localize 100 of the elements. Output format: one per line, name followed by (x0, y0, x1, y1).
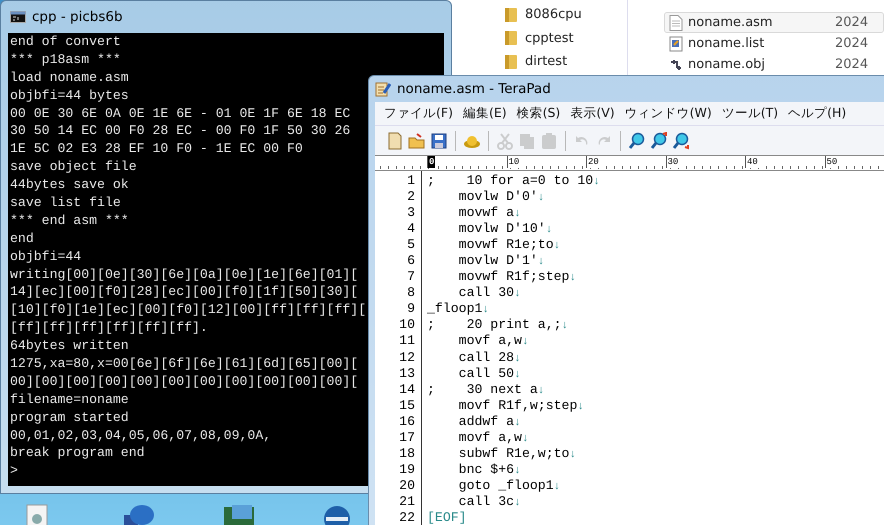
folder-name[interactable]: dirtest (525, 54, 568, 70)
menu-item[interactable]: ファイル(F) (381, 105, 460, 122)
notepad-pencil-icon (375, 81, 391, 97)
code-line: call 50↓ (458, 366, 521, 382)
code-line: movlw D'0'↓ (458, 189, 544, 206)
text-file-icon (669, 14, 683, 30)
line-number: 6 (406, 253, 415, 270)
console-line: [10][f0][1e][ec][00][f0][12][00][ff][ff][ff][ (10, 301, 366, 320)
folder-icon (504, 6, 518, 23)
console-line: 00 0E 30 6E 0A 0E 1E 6E - 01 0E 1F 6E 18 EC (10, 104, 350, 122)
line-number: 14 (398, 382, 415, 398)
code-line: movlw D'1'↓ (458, 253, 544, 270)
menu-item[interactable]: 検索(S) (514, 105, 568, 122)
console-line: 30 50 14 EC 00 F0 28 EC - 00 F0 1F 50 30 26 (10, 122, 350, 140)
code-line: ; 10 for a=0 to 10↓ (427, 173, 600, 190)
line-number: 2 (406, 189, 415, 206)
menu-item[interactable]: 表示(V) (567, 105, 622, 122)
folder-icon (504, 54, 518, 70)
line-number: 8 (406, 285, 415, 302)
console-line: break program end (10, 444, 145, 462)
code-line: goto _floop1↓ (458, 478, 560, 494)
code-line: addwf a↓ (458, 414, 521, 430)
ruler-number: 50 (824, 156, 838, 168)
line-number: 15 (398, 398, 415, 414)
file-date: 2024 (835, 57, 868, 72)
code-line: ; 30 next a↓ (427, 382, 544, 398)
code-line: movwf a↓ (458, 205, 521, 222)
console-line: writing[00][0e][30][6e][0a][0e][1e][6e][01][ (10, 266, 358, 284)
code-line: call 3c↓ (458, 494, 521, 510)
folder-icon (504, 30, 518, 46)
console-line: 00,01,02,03,04,05,06,07,08,09,0A, (10, 426, 272, 444)
file-row[interactable]: noname.list 2024 (664, 33, 884, 54)
line-number: 18 (398, 446, 415, 462)
line-number: 4 (406, 221, 415, 238)
menu-item[interactable]: ヘルプ(H) (785, 105, 854, 122)
find-icon[interactable] (627, 130, 647, 150)
console-line: 64bytes written (10, 337, 129, 356)
find-prev-icon[interactable] (649, 130, 669, 150)
console-line: *** p18asm *** (10, 50, 121, 69)
line-number: 11 (398, 333, 415, 350)
line-number: 13 (398, 366, 415, 382)
console-line: 00][00][00][00][00][00][00][00][00][00][00][ (10, 372, 358, 391)
line-number: 5 (406, 237, 415, 254)
ruler-number: 30 (666, 156, 680, 168)
file-name: noname.obj (688, 57, 766, 72)
line-number: 16 (398, 414, 415, 430)
picture-icon[interactable] (222, 503, 256, 525)
console-line: 44bytes save ok (10, 176, 129, 194)
file-row[interactable]: noname.asm 2024 (664, 12, 884, 33)
code-line: ; 20 print a,;↓ (427, 317, 568, 334)
code-line: movf R1f,w;step↓ (458, 398, 584, 414)
console-line: program started (10, 408, 129, 427)
folder-name[interactable]: cpptest (525, 30, 574, 46)
menu-item[interactable]: ツール(T) (718, 105, 786, 122)
code-line: bnc $+6↓ (458, 462, 521, 478)
line-number: 20 (398, 478, 415, 494)
console-line: 1275,xa=80,x=00[6e][6f][6e][61][6d][65][00][ (10, 355, 358, 373)
file-name: noname.asm (688, 15, 774, 30)
code-line: _floop1↓ (427, 301, 490, 318)
line-number: 1 (406, 173, 415, 190)
console-line: *** end asm *** (10, 212, 129, 230)
code-line: movlw D'10'↓ (458, 221, 552, 238)
menu-item[interactable]: ウィンドウ(W) (622, 105, 719, 122)
code-line: call 30↓ (458, 285, 521, 302)
console-line: load noname.asm (10, 68, 129, 87)
console-line: end of convert (10, 33, 121, 51)
open-icon[interactable] (407, 130, 427, 150)
console-line: [ff][ff][ff][ff][ff][ff]. (10, 319, 208, 338)
console-line: > (10, 462, 18, 480)
console-line: objbfi=44 (10, 248, 82, 266)
console-line: end (10, 230, 34, 248)
line-number: 10 (398, 317, 415, 334)
find-next-icon[interactable] (671, 130, 691, 150)
window-title: noname.asm - TeraPad (397, 81, 551, 97)
document-gear-icon[interactable] (24, 503, 50, 525)
end-of-file-marker: [EOF] (427, 510, 467, 525)
console-line: save object file (10, 158, 137, 176)
file-date: 2024 (835, 15, 868, 30)
console-line: 1E 5C 02 E3 28 EF 10 F0 - 1E EC 00 F0 (10, 140, 303, 158)
code-line: subwf R1e,w;to↓ (458, 446, 576, 462)
connector-icon (669, 58, 683, 72)
save-icon[interactable] (429, 130, 449, 150)
file-row[interactable]: noname.obj 2024 (664, 54, 884, 75)
ruler-number: 10 (506, 156, 520, 168)
folder-name[interactable]: 8086cpu (525, 7, 582, 22)
line-number: 12 (398, 350, 415, 366)
code-line: movwf R1e;to↓ (458, 237, 560, 254)
line-number: 7 (406, 269, 415, 286)
console-line: objbfi=44 bytes (10, 86, 129, 105)
ruler-number: 40 (745, 156, 759, 168)
document-icon (669, 36, 683, 52)
menu-item[interactable]: 編集(E) (460, 105, 514, 122)
line-number: 19 (398, 462, 415, 478)
line-number: 21 (398, 494, 415, 510)
code-line: call 28↓ (458, 350, 521, 366)
ruler-number: 20 (586, 156, 600, 168)
console-line: 14][ec][00][f0][28][ec][00][f0][1f][50][30][ (10, 283, 358, 302)
code-line: movwf R1f;step↓ (458, 269, 576, 286)
console-line: filename=noname (10, 390, 129, 409)
file-name: noname.list (688, 36, 766, 51)
